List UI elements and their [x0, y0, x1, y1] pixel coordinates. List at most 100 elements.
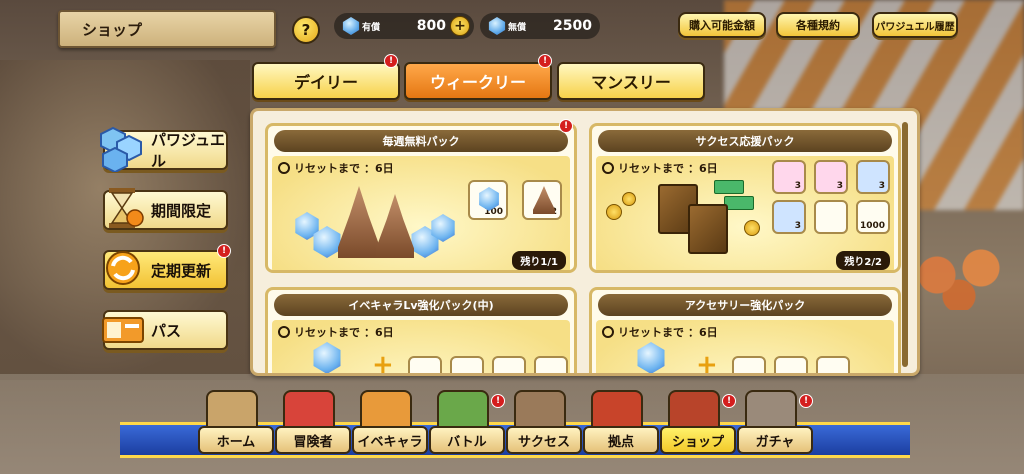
screen-title: ショップ — [82, 20, 143, 39]
nav-button-4[interactable]: サクセス — [506, 390, 582, 454]
reward-slot — [450, 356, 484, 373]
reset-label: リセットまで — [294, 162, 360, 175]
nav-label: バトル — [429, 426, 505, 454]
category-pawajewel-label: パワジュエル — [151, 131, 225, 170]
reward-count: 3 — [794, 221, 801, 231]
category-periodic-label: 定期更新 — [151, 261, 212, 280]
tab-weekly-label: ウィークリー — [429, 73, 526, 92]
reward-slot — [492, 356, 526, 373]
category-periodic[interactable]: 定期更新 — [103, 250, 228, 290]
pass-ticket-icon — [102, 317, 144, 343]
purchase-amount-button[interactable]: 購入可能金額 — [678, 12, 766, 38]
reward-slot-money — [814, 200, 848, 234]
tab-monthly[interactable]: マンスリー — [557, 62, 705, 100]
remaining-count: 残り1/1 — [512, 251, 566, 270]
pack-contents: リセットまで ：6日 100 2 残り1/1 — [272, 156, 570, 270]
jewel-cluster-icon — [100, 126, 142, 172]
reset-label: リセットまで — [618, 162, 684, 175]
reset-value: ：6日 — [688, 326, 718, 339]
nav-button-5[interactable]: 拠点 — [583, 390, 659, 454]
background-fruit — [904, 240, 1014, 310]
reward-slot-book: 3 — [856, 160, 890, 194]
reward-slot — [732, 356, 766, 373]
paid-type-label: 有償 — [362, 22, 381, 33]
free-gem-icon — [488, 17, 506, 35]
nav-button-7[interactable]: ガチャ! — [737, 390, 813, 454]
category-limited-label: 期間限定 — [151, 201, 212, 220]
category-pawajewel[interactable]: パワジュエル — [100, 126, 228, 172]
book-icon — [688, 204, 728, 254]
paid-gem-icon — [342, 17, 360, 35]
nav-label: ガチャ — [737, 426, 813, 454]
paid-currency-display: 有償 800 + — [334, 13, 474, 39]
pack-card-event-chara-lv[interactable]: イベキャラLv強化パック(中) リセットまで ：6日 + — [265, 287, 577, 373]
jewel-history-button[interactable]: パワジュエル履歴 — [872, 12, 958, 38]
pack-card-accessory[interactable]: アクセサリー強化パック リセットまで ：6日 + — [589, 287, 901, 376]
remaining-count: 残り2/2 — [836, 251, 890, 270]
pack-card-success-support[interactable]: サクセス応援パック リセットまで ：6日 3 3 3 3 1000 残り2/2 — [589, 123, 901, 273]
pack-title: 毎週無料パック — [274, 130, 568, 152]
nav-button-3[interactable]: バトル! — [429, 390, 505, 454]
pack-list-scrollbar[interactable] — [902, 122, 908, 367]
pack-title: サクセス応援パック — [598, 130, 892, 152]
tab-daily-label: デイリー — [293, 73, 358, 92]
reward-slot-potion: 3 — [772, 160, 806, 194]
jewel-icon — [637, 342, 665, 373]
reset-timer: リセットまで ：6日 — [602, 324, 718, 340]
nav-label: サクセス — [506, 426, 582, 454]
pack-card-weekly-free[interactable]: 毎週無料パック リセットまで ：6日 100 2 残り1/1 — [265, 123, 577, 273]
pack-title: イベキャラLv強化パック(中) — [274, 294, 568, 316]
jewel-icon — [313, 342, 341, 373]
reward-slot — [816, 356, 850, 373]
terms-button[interactable]: 各種規約 — [776, 12, 860, 38]
sorting-hat-icon — [338, 186, 380, 258]
pack-title: アクセサリー強化パック — [598, 294, 892, 316]
pack-card-badge: ! — [559, 119, 573, 133]
reset-value: ：6日 — [688, 162, 718, 175]
reset-timer: リセットまで ：6日 — [278, 160, 394, 176]
reward-slot-jewel: 100 — [468, 180, 508, 220]
coin-icon — [744, 220, 760, 236]
reward-count: 3 — [794, 181, 801, 191]
reward-slot-hat: 2 — [522, 180, 562, 220]
clock-icon — [278, 162, 290, 174]
free-currency-display: 無償 2500 — [480, 13, 600, 39]
reward-slot — [408, 356, 442, 373]
nav-label: イベキャラ — [352, 426, 428, 454]
reward-count: 3 — [836, 181, 843, 191]
reset-timer: リセットまで ：6日 — [602, 160, 718, 176]
reward-slot — [774, 356, 808, 373]
clock-icon — [602, 162, 614, 174]
refresh-icon — [106, 251, 140, 285]
reward-slot-book-2: 3 — [772, 200, 806, 234]
nav-button-2[interactable]: イベキャラ — [352, 390, 428, 454]
category-pass[interactable]: パス — [102, 310, 228, 350]
nav-button-1[interactable]: 冒険者 — [275, 390, 351, 454]
plus-icon: + — [696, 350, 718, 376]
tab-weekly-badge: ! — [538, 54, 552, 68]
nav-button-6[interactable]: ショップ! — [660, 390, 736, 454]
nav-badge: ! — [722, 394, 736, 408]
tab-weekly[interactable]: ウィークリー — [404, 62, 552, 100]
category-pass-label: パス — [151, 321, 182, 340]
money-icon — [714, 180, 744, 194]
sorting-hat-icon — [533, 186, 555, 214]
clock-icon — [602, 326, 614, 338]
help-button[interactable]: ? — [292, 16, 320, 44]
coin-icon — [606, 204, 622, 220]
nav-label: 拠点 — [583, 426, 659, 454]
clock-icon — [278, 326, 290, 338]
nav-button-0[interactable]: ホーム — [198, 390, 274, 454]
reward-slot-bag: 3 — [814, 160, 848, 194]
reward-slot — [534, 356, 568, 373]
tab-daily[interactable]: デイリー — [252, 62, 400, 100]
add-currency-button[interactable]: + — [450, 16, 470, 36]
nav-label: ショップ — [660, 426, 736, 454]
reward-count: 1000 — [859, 221, 885, 231]
pack-list-panel: 毎週無料パック リセットまで ：6日 100 2 残り1/1 — [250, 108, 920, 376]
free-type-label: 無償 — [508, 22, 527, 33]
reset-value: ：6日 — [364, 162, 394, 175]
category-limited[interactable]: 期間限定 — [103, 188, 228, 230]
reset-value: ：6日 — [364, 326, 394, 339]
nav-label: 冒険者 — [275, 426, 351, 454]
